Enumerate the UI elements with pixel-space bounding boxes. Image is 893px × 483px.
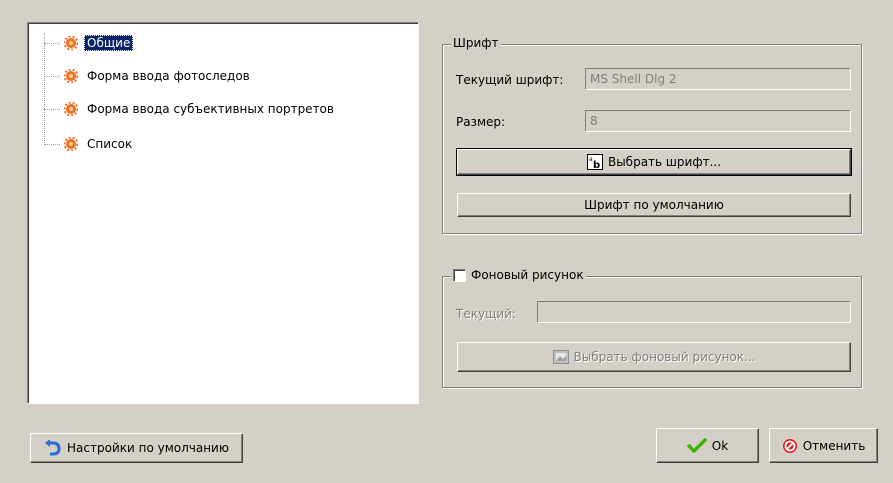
current-background-label: Текущий: xyxy=(456,307,517,321)
current-background-field[interactable] xyxy=(537,301,851,323)
default-font-label: Шрифт по умолчанию xyxy=(584,198,724,212)
background-checkbox-label[interactable]: Фоновый рисунок xyxy=(471,268,584,282)
choose-font-button[interactable]: a b Выбрать шрифт... xyxy=(456,148,852,176)
current-font-field[interactable]: MS Shell Dlg 2 xyxy=(585,68,851,90)
background-group-title: Фоновый рисунок xyxy=(451,268,586,282)
size-field[interactable]: 8 xyxy=(585,110,851,132)
gear-icon xyxy=(64,36,78,50)
tree-item-general[interactable]: Общие xyxy=(44,33,134,53)
choose-background-label: Выбрать фоновый рисунок... xyxy=(573,350,756,364)
choose-font-label: Выбрать шрифт... xyxy=(607,155,722,169)
settings-tree[interactable]: Общие Форма ввода фотоследов Форма ввода… xyxy=(27,22,419,404)
current-font-label: Текущий шрифт: xyxy=(456,73,564,87)
gear-icon xyxy=(64,69,78,83)
undo-arrow-icon xyxy=(44,440,62,456)
font-ab-icon: a b xyxy=(586,154,603,170)
tree-item-label: Общие xyxy=(84,35,134,51)
tree-item-list[interactable]: Список xyxy=(44,134,135,154)
image-icon xyxy=(552,350,569,364)
checkmark-icon xyxy=(687,437,707,454)
size-label: Размер: xyxy=(456,115,506,129)
background-checkbox[interactable] xyxy=(453,268,466,282)
choose-background-button[interactable]: Выбрать фоновый рисунок... xyxy=(457,342,851,372)
restore-defaults-label: Настройки по умолчанию xyxy=(67,441,229,455)
stop-icon xyxy=(782,438,798,454)
tree-item-label: Форма ввода субъективных портретов xyxy=(87,102,334,116)
ok-label: Ok xyxy=(711,438,729,453)
cancel-label: Отменить xyxy=(802,438,866,453)
ok-button[interactable]: Ok xyxy=(656,428,759,463)
gear-icon xyxy=(64,102,78,116)
restore-defaults-button[interactable]: Настройки по умолчанию xyxy=(30,433,243,463)
gear-icon xyxy=(64,137,78,151)
tree-item-portraits[interactable]: Форма ввода субъективных портретов xyxy=(44,99,337,119)
tree-item-label: Список xyxy=(87,137,133,151)
svg-text:b: b xyxy=(593,160,600,170)
cancel-button[interactable]: Отменить xyxy=(769,428,878,463)
font-group-title: Шрифт xyxy=(451,36,501,50)
settings-dialog: Общие Форма ввода фотоследов Форма ввода… xyxy=(0,0,893,483)
tree-item-label: Форма ввода фотоследов xyxy=(87,69,250,83)
tree-item-photo-traces[interactable]: Форма ввода фотоследов xyxy=(44,66,253,86)
default-font-button[interactable]: Шрифт по умолчанию xyxy=(457,193,851,217)
